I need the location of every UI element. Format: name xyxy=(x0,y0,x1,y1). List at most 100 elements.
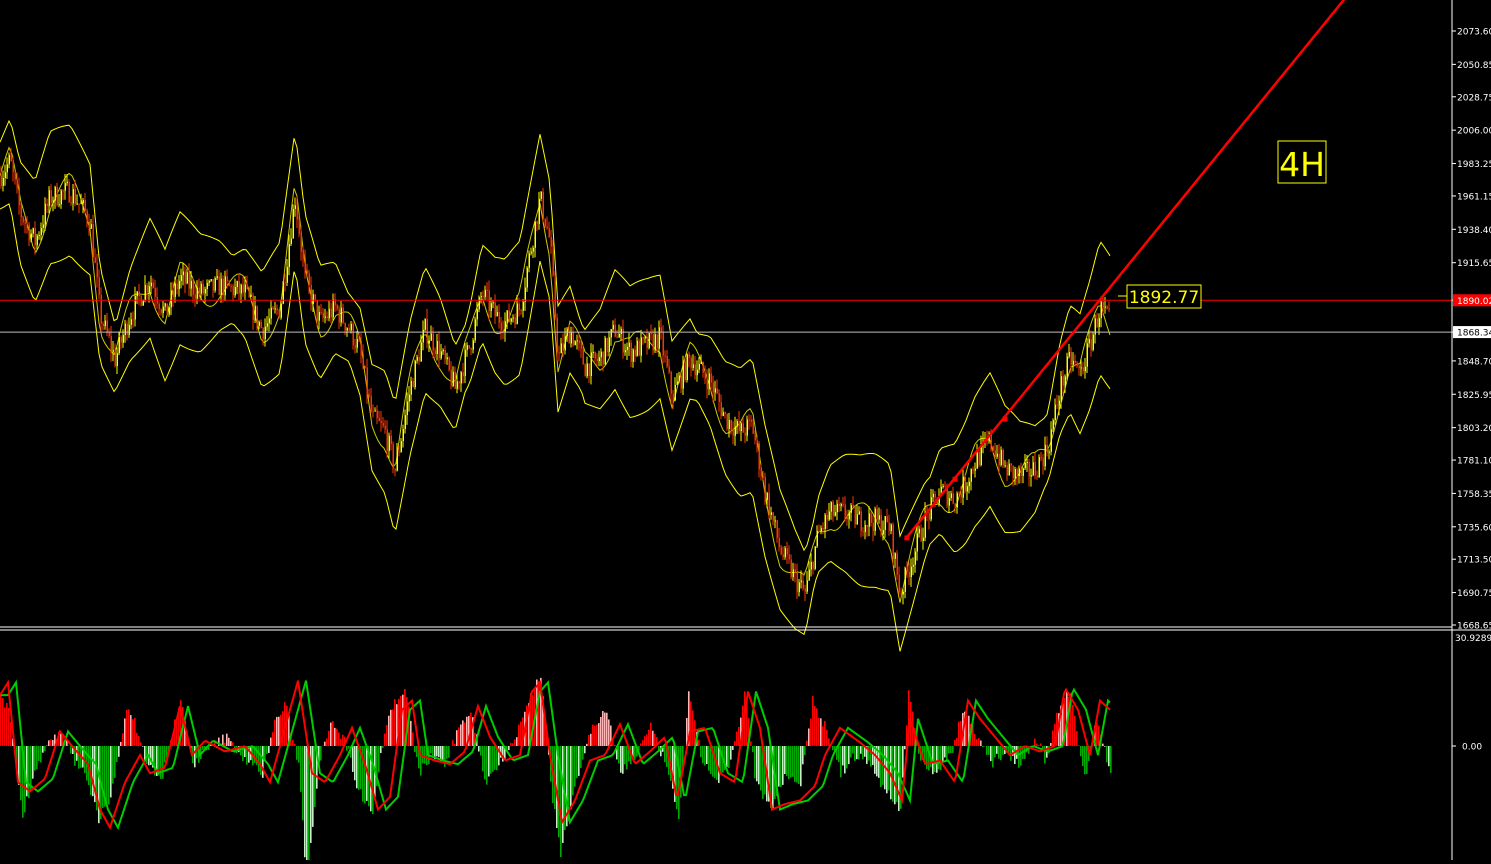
candle-body xyxy=(547,227,549,229)
histogram-bar xyxy=(334,728,336,746)
candle-body xyxy=(343,308,345,323)
candle-body xyxy=(1003,450,1005,466)
histogram-bar xyxy=(494,746,496,770)
histogram-bar xyxy=(78,746,80,769)
candle-body xyxy=(725,412,727,414)
candle-body xyxy=(51,190,53,203)
candle-body xyxy=(847,516,849,519)
candle-body xyxy=(561,343,563,353)
candle-body xyxy=(883,530,885,534)
histogram-bar xyxy=(432,746,434,756)
histogram-bar xyxy=(348,746,350,749)
candle-body xyxy=(353,324,355,345)
candle-body xyxy=(1071,352,1073,365)
candle-body xyxy=(113,350,115,352)
candle-body xyxy=(421,342,423,361)
histogram-bar xyxy=(378,746,380,772)
histogram-bar xyxy=(232,742,234,746)
candle-body xyxy=(255,306,257,320)
candle-body xyxy=(377,410,379,417)
candle-body xyxy=(773,512,775,521)
candle-body xyxy=(851,505,853,513)
histogram-bar xyxy=(852,746,854,754)
histogram-bar xyxy=(332,721,334,746)
candle-body xyxy=(41,228,43,235)
candle-body xyxy=(531,252,533,254)
candle-body xyxy=(101,295,103,324)
histogram-bar xyxy=(654,734,656,746)
candle-body xyxy=(609,337,611,352)
price-tick-label: 1868.34 xyxy=(1457,329,1491,339)
histogram-bar xyxy=(992,746,994,767)
candle-body xyxy=(289,244,291,267)
candle-body xyxy=(13,161,15,172)
histogram-bar xyxy=(304,746,306,857)
candle-body xyxy=(1077,363,1079,366)
histogram-bar xyxy=(938,746,940,769)
histogram-bar xyxy=(132,719,134,746)
histogram-bar xyxy=(386,725,388,746)
histogram-bar xyxy=(226,734,228,746)
histogram-bar xyxy=(36,746,38,769)
candle-body xyxy=(153,283,155,288)
candle-body xyxy=(159,304,161,310)
candle-body xyxy=(587,364,589,377)
candle-body xyxy=(515,318,517,324)
candle-body xyxy=(221,279,223,295)
candle-body xyxy=(383,423,385,426)
candle-body xyxy=(703,362,705,373)
candle-body xyxy=(57,187,59,205)
candle-body xyxy=(1013,466,1015,478)
candle-body xyxy=(43,224,45,228)
candle-body xyxy=(231,286,233,287)
histogram-bar xyxy=(1036,744,1038,746)
candle-body xyxy=(693,364,695,368)
histogram-bar xyxy=(50,739,52,746)
candle-body xyxy=(637,341,639,356)
histogram-bar xyxy=(802,746,804,764)
candle-body xyxy=(671,372,673,394)
histogram-bar xyxy=(788,746,790,779)
candle-body xyxy=(243,285,245,293)
histogram-bar xyxy=(448,746,450,758)
histogram-bar xyxy=(258,746,260,772)
candle-body xyxy=(945,486,947,487)
candle-body xyxy=(603,352,605,365)
candle-body xyxy=(407,402,409,416)
candle-body xyxy=(211,279,213,281)
candle-body xyxy=(1089,339,1091,343)
candle-body xyxy=(191,281,193,289)
candle-body xyxy=(97,263,99,277)
histogram-bar xyxy=(40,746,42,762)
histogram-bar xyxy=(948,746,950,753)
histogram-bar xyxy=(392,710,394,746)
candle-body xyxy=(1057,405,1059,406)
candle-body xyxy=(295,205,297,209)
histogram-bar xyxy=(136,733,138,746)
candle-body xyxy=(449,357,451,369)
candle-body xyxy=(119,337,121,353)
candle-body xyxy=(453,372,455,386)
histogram-bar xyxy=(308,746,310,860)
candle-body xyxy=(951,494,953,499)
candle-body xyxy=(779,538,781,547)
histogram-bar xyxy=(46,745,48,746)
histogram-bar xyxy=(626,746,628,769)
candle-body xyxy=(845,505,847,517)
candle-body xyxy=(917,533,919,551)
histogram-bar xyxy=(1074,716,1076,746)
candle-body xyxy=(225,276,227,295)
candle-body xyxy=(425,319,427,330)
candle-body xyxy=(491,303,493,311)
candle-body xyxy=(651,333,653,334)
histogram-bar xyxy=(592,725,594,746)
histogram-bar xyxy=(892,746,894,802)
candle-body xyxy=(251,295,253,296)
histogram-bar xyxy=(966,715,968,746)
candle-body xyxy=(1059,401,1061,406)
histogram-bar xyxy=(222,735,224,746)
histogram-bar xyxy=(792,746,794,777)
candle-body xyxy=(155,288,157,297)
candle-body xyxy=(1009,464,1011,476)
histogram-bar xyxy=(128,709,130,746)
